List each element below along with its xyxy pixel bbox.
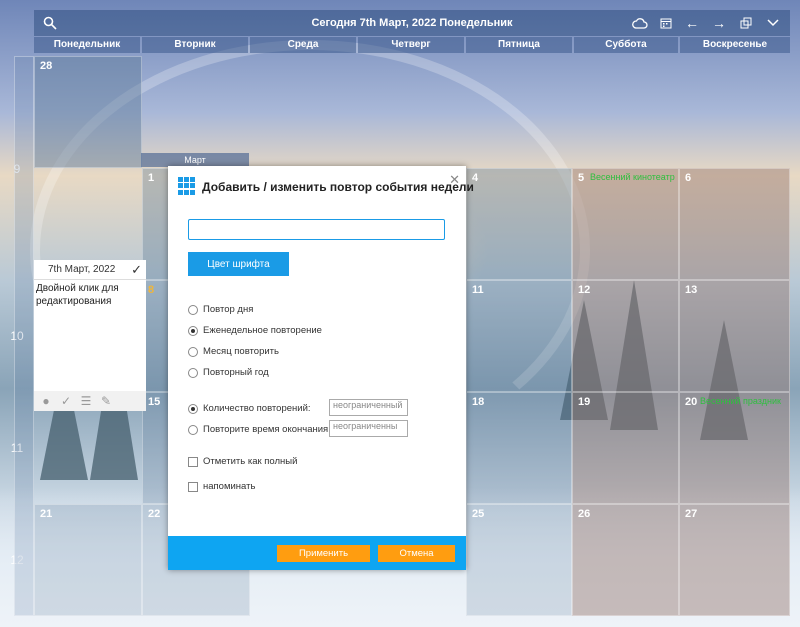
cancel-button[interactable]: Отмена: [378, 545, 455, 562]
radio-dot[interactable]: [188, 346, 198, 357]
font-color-button[interactable]: Цвет шрифта: [188, 252, 289, 276]
checkbox-label: Отметить как полный: [203, 456, 298, 467]
cloud-icon[interactable]: [630, 13, 650, 33]
weekday-header: Суббота: [574, 37, 678, 53]
end-time-input[interactable]: неограниченны: [329, 420, 408, 437]
day-cell[interactable]: 13: [679, 280, 790, 392]
radio-label: Повтор дня: [203, 304, 254, 315]
day-number: 15: [148, 396, 161, 408]
check-circle-icon[interactable]: ✓: [58, 393, 74, 409]
dialog-title: Добавить / изменить повтор события недел…: [202, 180, 474, 194]
day-cell[interactable]: 5 Весенний кинотеатр: [572, 168, 679, 280]
arrow-right-icon[interactable]: →: [709, 13, 729, 33]
radio-dot[interactable]: [188, 424, 198, 435]
list-icon[interactable]: ☰: [78, 393, 94, 409]
day-number: 6: [685, 172, 692, 184]
radio-daily[interactable]: Повтор дня: [188, 304, 253, 315]
event-label[interactable]: Весенний кинотеатр: [590, 172, 675, 182]
event-label[interactable]: Весенний праздник: [700, 396, 781, 406]
remind-checkbox[interactable]: напоминать: [188, 481, 255, 492]
radio-dot[interactable]: [188, 367, 198, 378]
day-number: 11: [472, 284, 484, 296]
day-cell[interactable]: 20 Весенний праздник: [679, 392, 790, 504]
weekday-header: Вторник: [142, 37, 248, 53]
repeat-count-input[interactable]: неограниченный: [329, 399, 408, 416]
day-number: 8: [148, 284, 155, 296]
sticky-note[interactable]: 7th Март, 2022 ✓ Двойной клик для редакт…: [34, 260, 146, 411]
arrow-left-icon[interactable]: ←: [682, 13, 702, 33]
day-number: 5: [578, 172, 585, 184]
radio-dot[interactable]: [188, 304, 198, 315]
checkbox-label: напоминать: [203, 481, 256, 492]
day-number: 13: [685, 284, 698, 296]
day-cell[interactable]: 28: [34, 56, 142, 168]
weekday-header: Воскресенье: [680, 37, 790, 53]
day-cell[interactable]: 25: [466, 504, 572, 616]
checkbox-box[interactable]: [188, 456, 198, 467]
day-cell[interactable]: 21: [34, 504, 142, 616]
radio-yearly[interactable]: Повторный год: [188, 367, 269, 378]
checkmark-icon[interactable]: ✓: [131, 262, 142, 278]
day-number: 21: [40, 508, 53, 520]
day-number: 12: [578, 284, 591, 296]
weekday-header: Понедельник: [34, 37, 140, 53]
note-date: 7th Март, 2022: [48, 264, 116, 275]
radio-label: Повторный год: [203, 367, 269, 378]
copy-icon[interactable]: [736, 13, 756, 33]
edit-icon[interactable]: ✎: [98, 393, 114, 409]
radio-label: Еженедельное повторение: [203, 325, 322, 336]
radio-weekly[interactable]: Еженедельное повторение: [188, 325, 322, 336]
radio-repeat-count[interactable]: Количество повторений:: [188, 403, 311, 414]
repeat-event-dialog: Добавить / изменить повтор события недел…: [168, 166, 474, 570]
day-number: 18: [472, 396, 485, 408]
checkbox-box[interactable]: [188, 481, 198, 492]
dialog-footer: Применить Отмена: [168, 536, 466, 570]
weekday-header: Четверг: [358, 37, 464, 53]
day-number: 25: [472, 508, 485, 520]
apply-button[interactable]: Применить: [277, 545, 370, 562]
day-cell[interactable]: 26: [572, 504, 679, 616]
radio-label: Количество повторений:: [203, 403, 311, 414]
chevron-down-icon[interactable]: [763, 13, 783, 33]
day-number: 22: [148, 508, 161, 520]
weekday-header: Среда: [250, 37, 356, 53]
note-toolbar: ● ✓ ☰ ✎: [34, 391, 146, 411]
mark-complete-checkbox[interactable]: Отметить как полный: [188, 456, 297, 467]
day-number: 20: [685, 396, 698, 408]
calendar-toolbar: Сегодня 7th Март, 2022 Понедельник ← →: [34, 10, 790, 36]
radio-label: Месяц повторить: [203, 346, 279, 357]
radio-label: Повторите время окончания:: [203, 424, 331, 435]
day-number: 26: [578, 508, 591, 520]
palette-icon[interactable]: ●: [38, 393, 54, 409]
day-cell[interactable]: 11: [466, 280, 572, 392]
day-cell[interactable]: 18: [466, 392, 572, 504]
note-header: 7th Март, 2022: [34, 260, 146, 280]
close-icon[interactable]: ✕: [449, 172, 460, 188]
day-number: 19: [578, 396, 591, 408]
mini-month-label: Март: [141, 153, 249, 167]
day-cell[interactable]: 6: [679, 168, 790, 280]
radio-monthly[interactable]: Месяц повторить: [188, 346, 279, 357]
day-cell[interactable]: 27: [679, 504, 790, 616]
day-cell[interactable]: 12: [572, 280, 679, 392]
day-cell[interactable]: 4: [466, 168, 572, 280]
radio-dot[interactable]: [188, 403, 198, 414]
calendar-icon[interactable]: [656, 13, 676, 33]
app-logo-icon: [178, 177, 196, 195]
page-title: Сегодня 7th Март, 2022 Понедельник: [311, 17, 513, 29]
radio-end-time[interactable]: Повторите время окончания:: [188, 424, 331, 435]
day-number: 28: [40, 60, 53, 72]
note-text[interactable]: Двойной клик для редактирования: [34, 280, 146, 310]
day-number: 1: [148, 172, 155, 184]
week-number-column: [14, 56, 34, 616]
radio-dot[interactable]: [188, 325, 198, 336]
event-text-input[interactable]: [188, 219, 445, 240]
weekday-header: Пятница: [466, 37, 572, 53]
day-number: 27: [685, 508, 698, 520]
day-cell[interactable]: 19: [572, 392, 679, 504]
